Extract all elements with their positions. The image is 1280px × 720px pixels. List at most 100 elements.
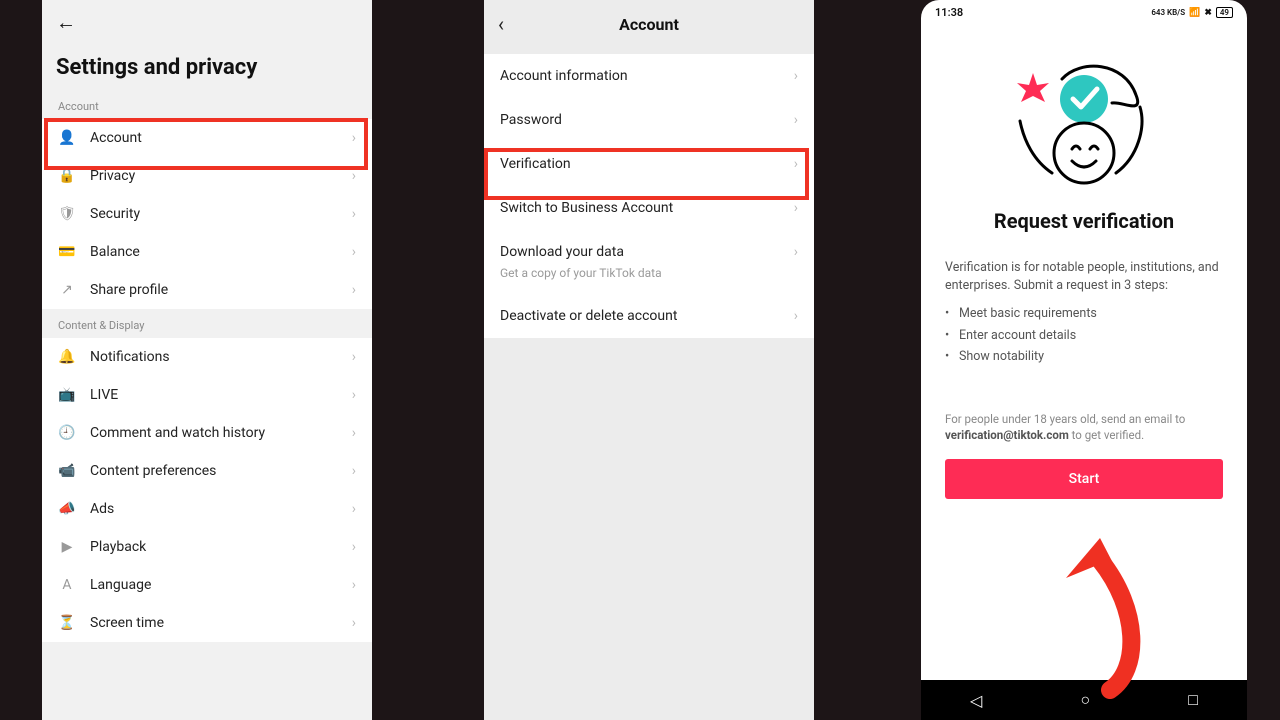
chevron-right-icon: › bbox=[352, 282, 356, 298]
verification-desc: Verification is for notable people, inst… bbox=[921, 243, 1247, 299]
hourglass-icon: ⏳ bbox=[58, 615, 76, 631]
signal-icon: ✖ bbox=[1204, 8, 1212, 18]
chevron-right-icon: › bbox=[352, 501, 356, 517]
row-label: Security bbox=[90, 206, 140, 222]
row-label: Playback bbox=[90, 539, 146, 555]
card-icon: 💳 bbox=[58, 244, 76, 260]
row-playback[interactable]: ▶ Playback › bbox=[42, 528, 372, 566]
clock-icon: 🕘 bbox=[58, 425, 76, 441]
start-button[interactable]: Start bbox=[945, 459, 1223, 499]
row-label: Screen time bbox=[90, 615, 164, 631]
row-language[interactable]: A Language › bbox=[42, 566, 372, 604]
verification-title: Request verification bbox=[994, 209, 1174, 233]
chevron-right-icon: › bbox=[352, 539, 356, 555]
row-ads[interactable]: 📣 Ads › bbox=[42, 490, 372, 528]
chevron-right-icon: › bbox=[794, 308, 798, 324]
page-title: Account bbox=[619, 15, 679, 34]
language-icon: A bbox=[58, 577, 76, 593]
row-business[interactable]: Switch to Business Account › bbox=[484, 186, 814, 230]
row-label: Switch to Business Account bbox=[500, 200, 673, 216]
video-icon: 📹 bbox=[58, 463, 76, 479]
row-label: Language bbox=[90, 577, 151, 593]
row-account[interactable]: 👤 Account › bbox=[42, 119, 372, 157]
row-label: Ads bbox=[90, 501, 114, 517]
share-icon: ↗ bbox=[58, 282, 76, 298]
row-history[interactable]: 🕘Comment and watch history› bbox=[42, 414, 372, 452]
row-label: LIVE bbox=[90, 387, 118, 403]
chevron-right-icon: › bbox=[352, 425, 356, 441]
status-time: 11:38 bbox=[935, 6, 963, 19]
row-label: Balance bbox=[90, 244, 140, 260]
row-download-data[interactable]: Download your data› bbox=[484, 230, 814, 274]
row-security[interactable]: 🛡 Security › bbox=[42, 195, 372, 233]
row-label: Account bbox=[90, 130, 142, 146]
row-deactivate[interactable]: Deactivate or delete account › bbox=[484, 294, 814, 338]
play-icon: ▶ bbox=[58, 539, 76, 555]
row-live[interactable]: 📺 LIVE › bbox=[42, 376, 372, 414]
row-verification[interactable]: Verification › bbox=[484, 142, 814, 186]
wifi-icon: 📶 bbox=[1189, 8, 1200, 18]
row-password[interactable]: Password › bbox=[484, 98, 814, 142]
section-account-label: Account bbox=[42, 90, 372, 119]
row-label: Password bbox=[500, 112, 562, 128]
tv-icon: 📺 bbox=[58, 387, 76, 403]
chevron-right-icon: › bbox=[794, 200, 798, 216]
nav-recent-icon[interactable]: □ bbox=[1188, 690, 1198, 710]
row-label: Privacy bbox=[90, 168, 135, 184]
chevron-right-icon: › bbox=[794, 68, 798, 84]
row-label: Deactivate or delete account bbox=[500, 308, 677, 324]
row-content-prefs[interactable]: 📹 Content preferences › bbox=[42, 452, 372, 490]
phone-verification: 11:38 643 KB/S 📶 ✖ 49 bbox=[921, 0, 1247, 720]
chevron-right-icon: › bbox=[352, 206, 356, 222]
row-label: Notifications bbox=[90, 349, 170, 365]
status-kbs: 643 KB/S bbox=[1151, 8, 1185, 17]
row-account-info[interactable]: Account information › bbox=[484, 54, 814, 98]
page-title: Settings and privacy bbox=[42, 35, 372, 90]
chevron-right-icon: › bbox=[794, 244, 798, 260]
section-content-label: Content & Display bbox=[42, 309, 372, 338]
phone-account: ‹ Account Account information › Password ›… bbox=[484, 0, 814, 720]
hero: Request verification bbox=[921, 21, 1247, 243]
chevron-right-icon: › bbox=[352, 168, 356, 184]
row-share-profile[interactable]: ↗ Share profile › bbox=[42, 271, 372, 309]
row-notifications[interactable]: 🔔 Notifications › bbox=[42, 338, 372, 376]
chevron-right-icon: › bbox=[352, 349, 356, 365]
person-icon: 👤 bbox=[58, 130, 76, 146]
status-bar: 11:38 643 KB/S 📶 ✖ 49 bbox=[921, 0, 1247, 21]
step-item: Enter account details bbox=[945, 325, 1223, 346]
chevron-right-icon: › bbox=[352, 244, 356, 260]
verification-steps: Meet basic requirements Enter account de… bbox=[921, 299, 1247, 371]
under18-note: For people under 18 years old, send an e… bbox=[921, 371, 1247, 453]
back-chevron-icon[interactable]: ‹ bbox=[498, 12, 504, 36]
nav-back-icon[interactable]: ◁ bbox=[970, 691, 982, 710]
row-label: Share profile bbox=[90, 282, 168, 298]
verification-email: verification@tiktok.com bbox=[945, 428, 1069, 442]
nav-home-icon[interactable]: ○ bbox=[1080, 690, 1090, 710]
chevron-right-icon: › bbox=[352, 130, 356, 146]
chevron-right-icon: › bbox=[352, 387, 356, 403]
account-card: 👤Account› 🔒Privacy› 🛡Security› 💳Balance›… bbox=[42, 119, 372, 309]
bell-icon: 🔔 bbox=[58, 349, 76, 365]
chevron-right-icon: › bbox=[794, 156, 798, 172]
back-arrow-icon[interactable]: ← bbox=[56, 10, 76, 35]
row-label: Verification bbox=[500, 156, 571, 172]
content-card: 🔔 Notifications › 📺 LIVE › 🕘Comment and watc… bbox=[42, 338, 372, 642]
battery-icon: 49 bbox=[1216, 7, 1233, 18]
chevron-right-icon: › bbox=[352, 577, 356, 593]
chevron-right-icon: › bbox=[352, 615, 356, 631]
row-label: Account information bbox=[500, 68, 628, 84]
step-item: Show notability bbox=[945, 346, 1223, 367]
row-screen-time[interactable]: ⏳ Screen time › bbox=[42, 604, 372, 642]
shield-icon: 🛡 bbox=[58, 206, 76, 222]
chevron-right-icon: › bbox=[794, 112, 798, 128]
row-balance[interactable]: 💳 Balance › bbox=[42, 233, 372, 271]
row-label: Content preferences bbox=[90, 463, 216, 479]
step-item: Meet basic requirements bbox=[945, 303, 1223, 324]
account-list: Account information › Password › Verificat… bbox=[484, 54, 814, 338]
phone-settings: ← Settings and privacy Account 👤 Account ›… bbox=[42, 0, 372, 720]
row-privacy[interactable]: 🔒Privacy› bbox=[42, 157, 372, 195]
header: ‹ Account bbox=[484, 0, 814, 48]
verification-illustration-icon bbox=[994, 61, 1174, 191]
megaphone-icon: 📣 bbox=[58, 501, 76, 517]
chevron-right-icon: › bbox=[352, 463, 356, 479]
